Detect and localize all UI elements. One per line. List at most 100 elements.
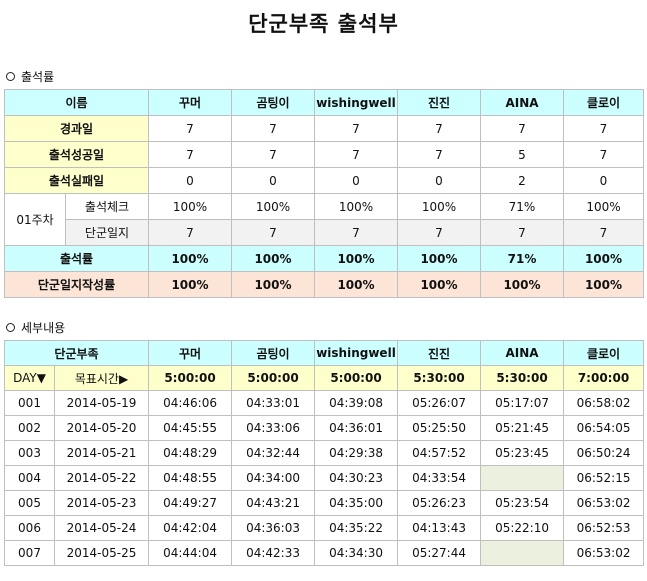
row-label: 출석실패일 xyxy=(4,167,149,194)
table-cell: 7 xyxy=(397,141,481,168)
table-row: 005 2014-05-23 04:49:27 04:43:21 04:35:00 05:… xyxy=(4,490,645,516)
table-row: 007 2014-05-25 04:44:04 04:42:33 04:34:30 05:… xyxy=(4,540,645,566)
time-cell: 05:21:45 xyxy=(480,415,565,441)
time-cell: 04:35:22 xyxy=(314,515,399,541)
rate-cell: 100% xyxy=(397,245,481,272)
date-cell: 2014-05-20 xyxy=(53,415,150,441)
day-number: 003 xyxy=(4,440,55,466)
table-cell: 7 xyxy=(397,219,481,246)
journal-rate-cell: 100% xyxy=(397,271,481,298)
header-cell-tribe: 단군부족 xyxy=(3,340,150,366)
journal-rate-cell: 100% xyxy=(148,271,232,298)
time-cell: 04:33:54 xyxy=(397,465,482,491)
table-row: 단군일지 7 7 7 7 7 7 xyxy=(5,219,644,246)
time-cell: 05:27:44 xyxy=(397,540,482,566)
time-cell: 05:22:10 xyxy=(480,515,565,541)
time-cell: 04:29:38 xyxy=(314,440,399,466)
time-cell: 04:48:29 xyxy=(148,440,233,466)
row-label: 경과일 xyxy=(4,115,149,142)
rate-cell: 100% xyxy=(148,245,232,272)
time-cell: 05:23:54 xyxy=(480,490,565,516)
section-heading-label: 출석률 xyxy=(21,70,55,84)
time-cell: 06:54:05 xyxy=(563,415,645,441)
table-cell: 7 xyxy=(314,115,398,142)
table-row: 003 2014-05-21 04:48:29 04:32:44 04:29:38 04:… xyxy=(4,440,645,466)
circle-bullet-icon xyxy=(6,72,15,81)
section-heading-details: 세부내용 xyxy=(6,319,65,336)
day-number: 004 xyxy=(4,465,55,491)
table-cell: 71% xyxy=(480,193,564,220)
table-cell: 7 xyxy=(397,115,481,142)
time-cell: 05:25:50 xyxy=(397,415,482,441)
table-cell: 7 xyxy=(480,115,564,142)
target-time-cell: 5:00:00 xyxy=(148,365,233,391)
header-cell-member: 클로이 xyxy=(563,340,645,366)
table-header-row: 단군부족 꾸머 곰팅이 wishingwell 진진 AINA 클로이 xyxy=(3,340,645,366)
table-cell: 100% xyxy=(397,193,481,220)
header-cell-member: wishingwell xyxy=(314,89,398,116)
target-time-cell: 5:00:00 xyxy=(314,365,399,391)
day-number: 002 xyxy=(4,415,55,441)
table-cell: 7 xyxy=(314,141,398,168)
row-label: 단군일지 xyxy=(65,219,149,246)
time-cell: 04:35:00 xyxy=(314,490,399,516)
table-row: 004 2014-05-22 04:48:55 04:34:00 04:30:23 04:… xyxy=(4,465,645,491)
date-cell: 2014-05-21 xyxy=(53,440,150,466)
target-time-cell: 7:00:00 xyxy=(563,365,645,391)
day-column-header: DAY▼ xyxy=(4,365,55,391)
time-cell: 04:36:01 xyxy=(314,415,399,441)
table-cell: 2 xyxy=(480,167,564,194)
date-cell: 2014-05-23 xyxy=(53,490,150,516)
table-row: 출석성공일 7 7 7 7 5 7 xyxy=(4,141,644,168)
time-cell: 04:30:23 xyxy=(314,465,399,491)
table-row: 경과일 7 7 7 7 7 7 xyxy=(4,115,644,142)
rate-cell: 100% xyxy=(563,245,644,272)
row-label: 출석성공일 xyxy=(4,141,149,168)
circle-bullet-icon xyxy=(6,323,15,332)
table-cell: 7 xyxy=(231,115,315,142)
time-cell: 06:53:02 xyxy=(563,540,645,566)
time-cell: 04:34:00 xyxy=(231,465,316,491)
header-cell-name: 이름 xyxy=(4,89,149,116)
time-cell: 05:26:23 xyxy=(397,490,482,516)
empty-time-cell xyxy=(480,540,565,566)
journal-rate-row: 단군일지작성률 100% 100% 100% 100% 100% 100% xyxy=(4,271,644,298)
date-cell: 2014-05-25 xyxy=(53,540,150,566)
time-cell: 04:33:06 xyxy=(231,415,316,441)
target-time-cell: 5:30:00 xyxy=(397,365,482,391)
page-title: 단군부족 출석부 xyxy=(248,12,399,36)
table-cell: 7 xyxy=(563,115,644,142)
time-cell: 05:17:07 xyxy=(480,390,565,416)
table-cell: 0 xyxy=(397,167,481,194)
table-cell: 0 xyxy=(563,167,644,194)
target-time-cell: 5:00:00 xyxy=(231,365,316,391)
table-cell: 7 xyxy=(563,141,644,168)
day-number: 001 xyxy=(4,390,55,416)
table-cell: 100% xyxy=(563,193,644,220)
table-row: 출석실패일 0 0 0 0 2 0 xyxy=(4,167,644,194)
time-cell: 06:52:53 xyxy=(563,515,645,541)
table-cell: 7 xyxy=(563,219,644,246)
time-cell: 04:48:55 xyxy=(148,465,233,491)
table-cell: 0 xyxy=(231,167,315,194)
target-time-cell: 5:30:00 xyxy=(480,365,565,391)
rate-cell: 100% xyxy=(314,245,398,272)
time-cell: 06:50:24 xyxy=(563,440,645,466)
table-cell: 7 xyxy=(480,219,564,246)
time-cell: 04:33:01 xyxy=(231,390,316,416)
table-row: 001 2014-05-19 04:46:06 04:33:01 04:39:08 05:… xyxy=(4,390,645,416)
table-cell: 0 xyxy=(314,167,398,194)
date-cell: 2014-05-19 xyxy=(53,390,150,416)
table-cell: 100% xyxy=(148,193,232,220)
date-cell: 2014-05-24 xyxy=(53,515,150,541)
table-row: 01주차 출석체크 100% 100% 100% 100% 71% 100% xyxy=(4,193,644,246)
time-cell: 06:53:02 xyxy=(563,490,645,516)
table-cell: 7 xyxy=(314,219,398,246)
time-cell: 04:32:44 xyxy=(231,440,316,466)
time-cell: 04:45:55 xyxy=(148,415,233,441)
time-cell: 04:46:06 xyxy=(148,390,233,416)
journal-rate-cell: 100% xyxy=(314,271,398,298)
rate-cell: 100% xyxy=(231,245,315,272)
section-heading-attendance: 출석률 xyxy=(6,68,54,85)
rate-cell: 71% xyxy=(480,245,564,272)
